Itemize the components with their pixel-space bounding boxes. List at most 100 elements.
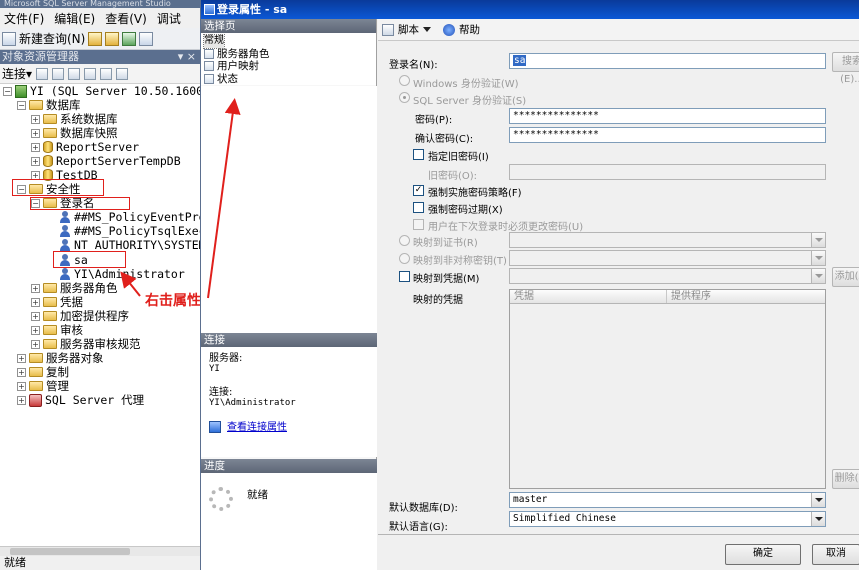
- map-asym-key-select[interactable]: [509, 250, 826, 266]
- confirm-password-input[interactable]: ***************: [509, 127, 826, 143]
- tree-node-credentials[interactable]: + 凭据: [31, 295, 83, 309]
- script-button[interactable]: 脚本: [398, 22, 419, 37]
- add-credential-button[interactable]: 添加(A): [832, 267, 859, 287]
- tree-node-management[interactable]: + 管理: [17, 379, 69, 393]
- filter-icon[interactable]: [84, 67, 97, 80]
- view-connection-properties-link[interactable]: 查看连接属性: [209, 421, 369, 433]
- new-query-icon[interactable]: [2, 31, 16, 46]
- connect-icon[interactable]: [36, 67, 49, 80]
- scrollbar-thumb[interactable]: [10, 548, 130, 555]
- disconnect-icon[interactable]: [52, 67, 65, 80]
- collapse-icon[interactable]: −: [3, 86, 12, 96]
- menu-file[interactable]: 文件(F): [4, 10, 44, 27]
- connect-button[interactable]: 连接▾: [2, 65, 32, 82]
- tree-node-server-objects[interactable]: + 服务器对象: [17, 351, 104, 365]
- menu-edit[interactable]: 编辑(E): [54, 10, 95, 27]
- dropdown-arrow-icon[interactable]: [811, 251, 825, 265]
- dmx-query-icon[interactable]: [122, 31, 137, 46]
- expand-icon[interactable]: +: [31, 283, 40, 293]
- page-user-mapping[interactable]: 用户映射: [204, 60, 376, 73]
- xmla-query-icon[interactable]: [139, 31, 154, 46]
- tree-node-login[interactable]: NT AUTHORITY\SYSTEM: [59, 238, 200, 252]
- tree-node-audits[interactable]: + 审核: [31, 323, 83, 337]
- tree-node-logins[interactable]: − 登录名: [31, 196, 95, 210]
- password-input[interactable]: ***************: [509, 108, 826, 124]
- expand-icon[interactable]: +: [31, 311, 40, 321]
- tree-node-reportservertempdb[interactable]: + ReportServerTempDB: [31, 154, 181, 168]
- tree-node-crypto-providers[interactable]: + 加密提供程序: [31, 309, 129, 323]
- expand-icon[interactable]: +: [31, 170, 40, 180]
- expand-icon[interactable]: +: [31, 339, 40, 349]
- collapse-icon[interactable]: −: [17, 100, 26, 110]
- tree-node-login[interactable]: ##MS_PolicyTsqlExecu: [59, 224, 200, 238]
- sql-auth-radio[interactable]: [399, 92, 410, 103]
- expand-icon[interactable]: +: [31, 114, 40, 124]
- page-status[interactable]: 状态: [204, 73, 376, 86]
- windows-auth-radio[interactable]: [399, 75, 410, 86]
- must-change-checkbox[interactable]: [413, 219, 424, 230]
- dropdown-arrow-icon[interactable]: [811, 512, 825, 526]
- tree-node-agent[interactable]: + SQL Server 代理: [17, 393, 144, 407]
- tree-node-server-roles[interactable]: + 服务器角色: [31, 281, 118, 295]
- login-name-input[interactable]: sa: [509, 53, 826, 69]
- expand-icon[interactable]: +: [31, 128, 40, 138]
- cancel-button[interactable]: 取消: [812, 544, 859, 565]
- expand-icon[interactable]: +: [17, 381, 26, 391]
- tree-node-db-snapshots[interactable]: + 数据库快照: [31, 126, 118, 140]
- enforce-expiration-checkbox[interactable]: [413, 202, 424, 213]
- tree-node-replication[interactable]: + 复制: [17, 365, 69, 379]
- expand-icon[interactable]: +: [17, 353, 26, 363]
- default-lang-select[interactable]: Simplified Chinese: [509, 511, 826, 527]
- tree-node-login[interactable]: ##MS_PolicyEventProc: [59, 210, 200, 224]
- collapse-icon[interactable]: −: [31, 198, 40, 208]
- collapse-icon[interactable]: −: [17, 184, 26, 194]
- page-server-roles[interactable]: 服务器角色: [204, 48, 376, 61]
- summary-icon[interactable]: [116, 67, 129, 80]
- remove-credential-button[interactable]: 删除(V): [832, 469, 859, 489]
- dropdown-arrow-icon[interactable]: [811, 233, 825, 247]
- ok-button[interactable]: 确定: [725, 544, 801, 565]
- mapped-credentials-grid[interactable]: 凭据 提供程序: [509, 289, 826, 489]
- tree-node-login-sa[interactable]: sa: [59, 253, 88, 267]
- expand-icon[interactable]: +: [31, 156, 40, 166]
- tree-node-security[interactable]: − 安全性: [17, 182, 81, 196]
- expand-icon[interactable]: +: [31, 325, 40, 335]
- expand-icon[interactable]: +: [17, 395, 26, 405]
- tree-node-reportserver[interactable]: + ReportServer: [31, 140, 139, 154]
- specify-old-password-checkbox[interactable]: [413, 149, 424, 160]
- enforce-policy-checkbox[interactable]: ✓: [413, 185, 424, 196]
- map-asym-key-radio[interactable]: [399, 253, 410, 264]
- mdx-query-icon[interactable]: [105, 31, 120, 46]
- script-dropdown-icon[interactable]: [423, 27, 431, 32]
- pin-close-icon[interactable]: ▾ ×: [178, 50, 200, 64]
- map-credential-checkbox[interactable]: [399, 271, 410, 282]
- expand-icon[interactable]: +: [31, 297, 40, 307]
- menu-view[interactable]: 查看(V): [105, 10, 147, 27]
- map-cert-select[interactable]: [509, 232, 826, 248]
- tree-horizontal-scrollbar[interactable]: [0, 546, 200, 556]
- tree-node-databases[interactable]: − 数据库: [17, 98, 81, 112]
- tree-node-login[interactable]: YI\Administrator: [59, 267, 185, 281]
- help-icon[interactable]: [443, 23, 455, 36]
- dropdown-arrow-icon[interactable]: [811, 269, 825, 283]
- help-button[interactable]: 帮助: [459, 22, 480, 37]
- script-icon[interactable]: [382, 23, 394, 36]
- default-db-select[interactable]: master: [509, 492, 826, 508]
- tree-node-system-databases[interactable]: + 系统数据库: [31, 112, 118, 126]
- refresh-icon[interactable]: [100, 67, 113, 80]
- grid-col-credential[interactable]: 凭据: [510, 290, 667, 303]
- map-credential-select[interactable]: [509, 268, 826, 284]
- expand-icon[interactable]: +: [31, 142, 40, 152]
- tree-node-server[interactable]: − YI (SQL Server 10.50.1600 -: [3, 84, 200, 98]
- new-query-button[interactable]: 新建查询(N): [19, 30, 85, 47]
- database-query-icon[interactable]: [88, 31, 103, 46]
- grid-col-provider[interactable]: 提供程序: [667, 290, 825, 303]
- tree-node-testdb[interactable]: + TestDB: [31, 168, 98, 182]
- page-general[interactable]: 常规: [203, 34, 376, 49]
- menu-debug[interactable]: 调试: [157, 10, 181, 27]
- dropdown-arrow-icon[interactable]: [811, 493, 825, 507]
- tree-node-audit-specs[interactable]: + 服务器审核规范: [31, 337, 141, 351]
- search-button[interactable]: 搜索(E)...: [832, 52, 859, 85]
- old-password-input[interactable]: [509, 164, 826, 180]
- stop-icon[interactable]: [68, 67, 81, 80]
